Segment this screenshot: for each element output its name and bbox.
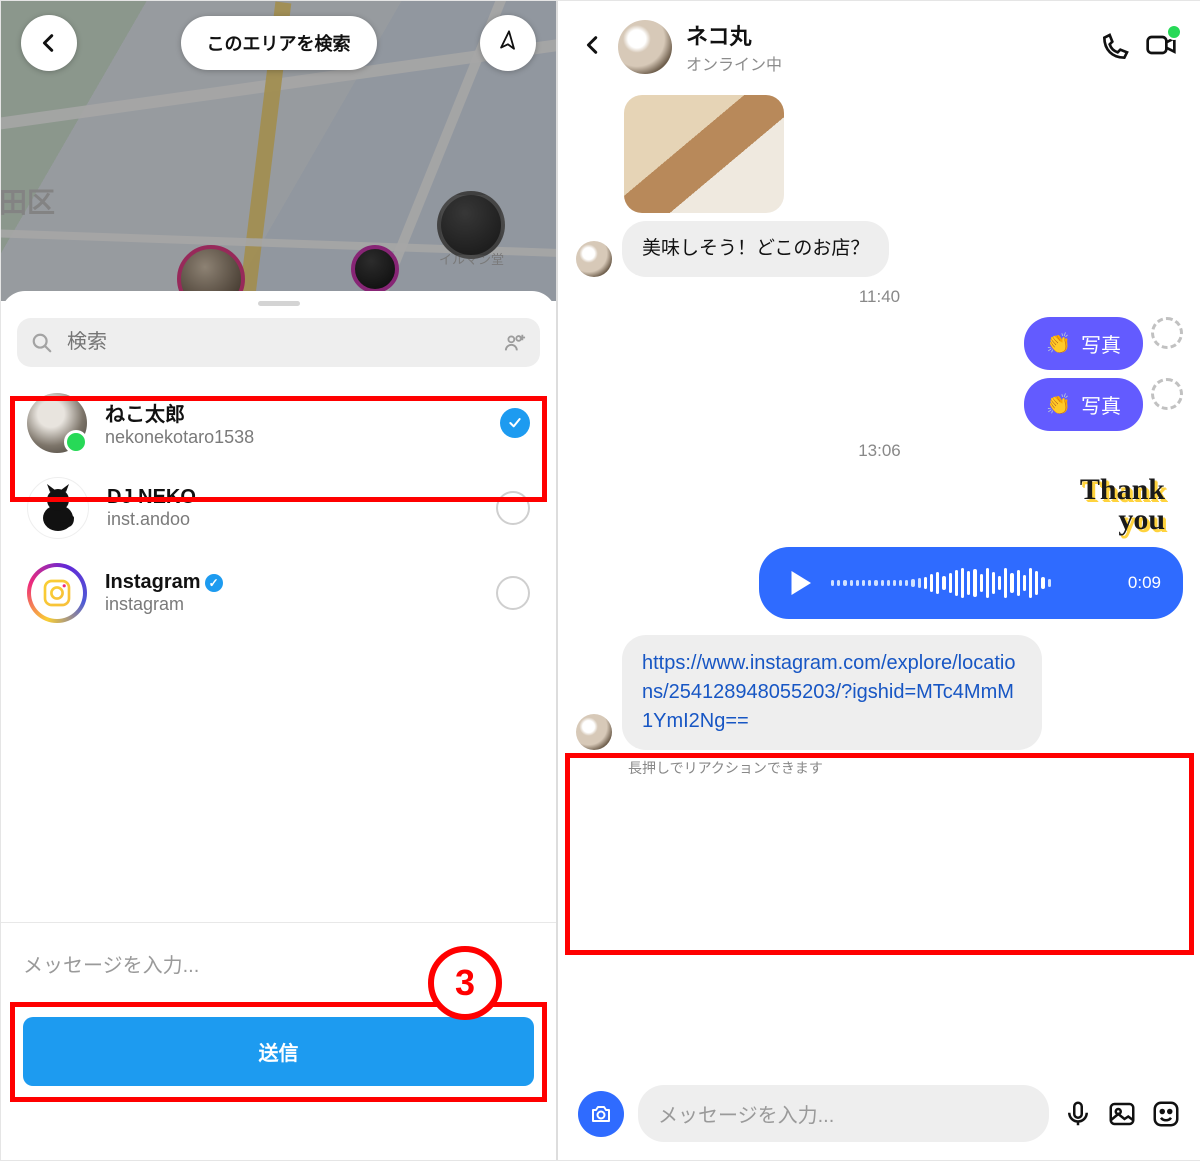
online-status: オンライン中 xyxy=(686,51,1085,75)
chat-panel: ネコ丸 オンライン中 美味しそう！どこのお店？ 11:40 👏写真 👏写真 13… xyxy=(558,1,1200,1160)
waveform xyxy=(831,566,1114,600)
sticker-icon[interactable] xyxy=(1151,1099,1181,1129)
chat-title: ネコ丸 xyxy=(686,19,1085,51)
map-background: 代田区 イルマン堂 このエリアを検索 xyxy=(1,1,556,301)
drag-handle[interactable] xyxy=(258,301,300,306)
avatar xyxy=(576,714,612,750)
text-message[interactable]: 美味しそう！どこのお店？ xyxy=(622,221,889,277)
camera-button[interactable] xyxy=(578,1091,624,1137)
search-icon xyxy=(31,332,53,354)
step-badge: 3 xyxy=(428,946,502,1020)
send-button[interactable]: 送信 xyxy=(23,1017,534,1086)
loading-spinner-icon xyxy=(1151,378,1183,410)
avatar xyxy=(576,241,612,277)
contact-name: ねこ太郎 xyxy=(105,398,482,427)
back-button[interactable] xyxy=(582,34,604,61)
contact-name: Instagram✓ xyxy=(105,571,478,594)
contact-name: DJ NEKO xyxy=(107,486,478,509)
photo-upload-chip[interactable]: 👏写真 xyxy=(1024,317,1143,370)
play-icon[interactable] xyxy=(781,565,817,601)
contact-username: inst.andoo xyxy=(107,509,478,530)
avatar[interactable] xyxy=(618,20,672,74)
reaction-hint: 長押しでリアクションできます xyxy=(628,758,1183,778)
locate-me-button[interactable] xyxy=(480,15,536,71)
avatar xyxy=(27,563,87,623)
mic-icon[interactable] xyxy=(1063,1099,1093,1129)
avatar xyxy=(27,393,87,453)
timestamp: 13:06 xyxy=(576,441,1183,461)
timestamp: 11:40 xyxy=(576,287,1183,307)
verified-badge-icon: ✓ xyxy=(205,574,223,592)
contact-row[interactable]: ねこ太郎 nekonekotaro1538 xyxy=(9,381,548,465)
image-icon[interactable] xyxy=(1107,1099,1137,1129)
loading-spinner-icon xyxy=(1151,317,1183,349)
link-message[interactable]: https://www.instagram.com/explore/locati… xyxy=(622,635,1042,750)
share-sheet-panel: 代田区 イルマン堂 このエリアを検索 xyxy=(1,1,558,1160)
compose-bar: メッセージを入力... xyxy=(558,1071,1200,1160)
photo-upload-chip[interactable]: 👏写真 xyxy=(1024,378,1143,431)
contact-username: nekonekotaro1538 xyxy=(105,427,482,448)
chat-header: ネコ丸 オンライン中 xyxy=(558,1,1200,87)
search-area-button[interactable]: このエリアを検索 xyxy=(181,16,377,70)
select-radio[interactable] xyxy=(496,491,530,525)
back-button[interactable] xyxy=(21,15,77,71)
voice-duration: 0:09 xyxy=(1128,573,1161,593)
contact-row[interactable]: DJ NEKO inst.andoo xyxy=(9,465,548,551)
select-radio[interactable] xyxy=(500,408,530,438)
search-field[interactable] xyxy=(17,318,540,367)
video-call-button[interactable] xyxy=(1145,29,1177,66)
sticker-message[interactable]: Thankyou xyxy=(1062,471,1183,539)
contact-username: instagram xyxy=(105,594,478,615)
select-radio[interactable] xyxy=(496,576,530,610)
voice-message[interactable]: 0:09 xyxy=(759,547,1183,619)
share-sheet: ねこ太郎 nekonekotaro1538 DJ NEKO inst.andoo xyxy=(1,291,556,1160)
phone-icon[interactable] xyxy=(1099,31,1131,63)
highlight-box xyxy=(565,753,1194,955)
image-message[interactable] xyxy=(624,95,784,213)
avatar xyxy=(27,477,89,539)
online-dot-icon xyxy=(1166,24,1182,40)
search-input[interactable] xyxy=(65,330,492,355)
add-group-icon[interactable] xyxy=(504,332,526,354)
contact-row[interactable]: Instagram✓ instagram xyxy=(9,551,548,635)
online-dot-icon xyxy=(64,430,88,454)
message-input[interactable]: メッセージを入力... xyxy=(638,1085,1049,1142)
